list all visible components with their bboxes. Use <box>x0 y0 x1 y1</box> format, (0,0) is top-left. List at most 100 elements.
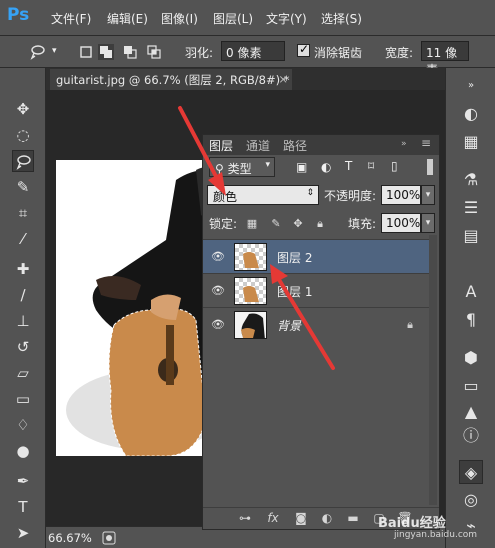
watermark-url: jingyan.baidu.com <box>394 530 478 540</box>
visibility-eye-icon[interactable]: 👁︎ <box>211 318 225 332</box>
filter-smart-object-icon[interactable]: ▯ <box>391 159 398 173</box>
blend-mode-dropdown[interactable]: 颜色 ⇕ <box>207 185 319 205</box>
opacity-label: 不透明度: <box>324 189 377 203</box>
document-info-icon[interactable] <box>102 531 116 545</box>
move-tool-icon[interactable]: ✥ <box>12 98 34 120</box>
properties-panel-icon[interactable]: ☰ <box>459 196 483 220</box>
filter-pixel-icon[interactable]: ▣ <box>296 160 307 174</box>
lasso-tool-icon[interactable] <box>12 150 34 172</box>
feather-label: 羽化: <box>185 46 214 60</box>
layer-row-layer1[interactable]: 👁︎ 图层 1 <box>203 273 429 307</box>
antialias-checkbox[interactable] <box>297 42 310 57</box>
menu-layer[interactable]: 图层(L) <box>213 10 253 27</box>
new-group-icon[interactable]: ▬ <box>345 511 361 527</box>
filter-shape-icon[interactable]: ⌑ <box>368 159 374 173</box>
dodge-tool-icon[interactable]: ● <box>12 440 34 462</box>
clone-stamp-tool-icon[interactable]: ⊥ <box>12 310 34 332</box>
feather-input[interactable]: 0 像素 <box>221 41 285 61</box>
add-to-selection-icon[interactable] <box>98 44 114 60</box>
document-title: guitarist.jpg @ 66.7% (图层 2, RGB/8#) <box>56 73 281 87</box>
history-panel-icon[interactable]: ▤ <box>459 224 483 248</box>
eraser-tool-icon[interactable]: ▱ <box>12 362 34 384</box>
layer-name: 背景 <box>277 319 302 333</box>
histogram-panel-icon[interactable]: ▲ <box>459 400 483 424</box>
menu-edit[interactable]: 编辑(E) <box>107 10 148 27</box>
lock-transparent-icon[interactable]: ▦ <box>245 217 259 231</box>
layers-scrollbar[interactable] <box>429 235 437 505</box>
blur-tool-icon[interactable]: ♢ <box>12 414 34 436</box>
menu-select[interactable]: 选择(S) <box>321 10 362 27</box>
layers-panel-header: 图层 通道 路径 » ≡ <box>203 135 439 155</box>
link-layers-icon[interactable]: ⊶ <box>237 511 253 527</box>
layer-thumbnail <box>234 311 267 339</box>
layer-row-layer2[interactable]: 👁︎ 图层 2 <box>203 239 429 273</box>
visibility-eye-icon[interactable]: 👁︎ <box>211 250 225 264</box>
filter-toggle[interactable] <box>427 159 433 175</box>
fill-input[interactable]: 100% <box>381 213 421 233</box>
new-adjustment-layer-icon[interactable]: ◐ <box>319 511 335 527</box>
intersect-selection-icon[interactable] <box>146 44 162 60</box>
width-input[interactable]: 11 像素 <box>421 41 469 77</box>
visibility-eye-icon[interactable]: 👁︎ <box>211 284 225 298</box>
layer-row-background[interactable]: 👁︎ 背景 🔒︎ <box>203 307 429 341</box>
chevron-down-icon[interactable]: ▾ <box>52 46 57 56</box>
lock-image-icon[interactable]: ✎ <box>269 217 283 231</box>
color-panel-icon[interactable]: ◐ <box>459 102 483 126</box>
panel-menu-icon[interactable]: ≡ <box>421 136 431 150</box>
crop-tool-icon[interactable]: ⌗ <box>12 202 34 224</box>
opacity-dropdown-icon[interactable]: ▾ <box>421 185 435 205</box>
history-brush-tool-icon[interactable]: ↺ <box>12 336 34 358</box>
zoom-level[interactable]: 66.67% <box>48 531 92 545</box>
layer-style-icon[interactable]: fx <box>265 511 281 527</box>
new-selection-icon[interactable] <box>78 44 94 60</box>
menu-image[interactable]: 图像(I) <box>161 10 198 27</box>
options-bar: ▾ 羽化: 0 像素 消除锯齿 宽度: 11 像素 <box>0 36 495 77</box>
layer-thumbnail <box>234 243 267 271</box>
adjustments-panel-icon[interactable]: ⚗ <box>459 168 483 192</box>
fill-dropdown-icon[interactable]: ▾ <box>421 213 435 233</box>
layer-filter-dropdown[interactable]: ⚲ 类型 ▾ <box>209 157 275 177</box>
pen-tool-icon[interactable]: ✒ <box>12 470 34 492</box>
tab-paths[interactable]: 路径 <box>283 137 307 154</box>
lock-label: 锁定: <box>209 217 238 231</box>
lock-position-icon[interactable]: ✥ <box>291 217 305 231</box>
close-icon[interactable]: × <box>278 72 288 86</box>
info-panel-icon[interactable]: ⓘ <box>459 424 483 448</box>
document-tab[interactable]: guitarist.jpg @ 66.7% (图层 2, RGB/8#) * × <box>50 69 292 90</box>
antialias-label: 消除锯齿 <box>314 46 363 60</box>
blend-mode-value: 颜色 <box>213 190 238 204</box>
swatches-panel-icon[interactable]: ▦ <box>459 130 483 154</box>
eyedropper-tool-icon[interactable]: ⁄ <box>12 228 34 250</box>
healing-brush-tool-icon[interactable]: ✚ <box>12 258 34 280</box>
tab-layers[interactable]: 图层 <box>209 137 233 154</box>
paragraph-panel-icon[interactable]: ¶ <box>459 308 483 332</box>
brush-tool-icon[interactable]: ∕ <box>12 284 34 306</box>
layer-name: 图层 1 <box>277 285 313 299</box>
timeline-panel-icon[interactable]: ▭ <box>459 374 483 398</box>
filter-type-icon[interactable]: T <box>345 159 352 173</box>
opacity-input[interactable]: 100% <box>381 185 421 205</box>
path-selection-tool-icon[interactable]: ➤ <box>12 522 34 544</box>
chevron-down-icon: ▾ <box>265 160 270 170</box>
menu-file[interactable]: 文件(F) <box>51 10 91 27</box>
3d-panel-icon[interactable]: ⬢ <box>459 346 483 370</box>
layers-panel-icon[interactable]: ◈ <box>459 460 483 484</box>
add-mask-icon[interactable]: ◙ <box>293 511 309 527</box>
lasso-tool-preset-icon[interactable] <box>28 44 46 60</box>
character-panel-icon[interactable]: A <box>459 280 483 304</box>
panel-collapse-icon[interactable]: » <box>401 139 407 149</box>
filter-adjustment-icon[interactable]: ◐ <box>321 160 331 174</box>
marquee-tool-icon[interactable]: ◌ <box>12 124 34 146</box>
document-tab-bar: guitarist.jpg @ 66.7% (图层 2, RGB/8#) * × <box>46 68 445 90</box>
layer-thumbnail <box>234 277 267 305</box>
type-tool-icon[interactable]: T <box>12 496 34 518</box>
tab-channels[interactable]: 通道 <box>246 137 270 154</box>
watermark-text: Baidu经验 <box>378 516 446 531</box>
lock-all-icon[interactable]: 🔒︎ <box>313 217 327 231</box>
menu-bar: Ps 文件(F) 编辑(E) 图像(I) 图层(L) 文字(Y) 选择(S) <box>0 0 495 36</box>
collapse-panels-icon[interactable]: » <box>459 74 483 98</box>
gradient-tool-icon[interactable]: ▭ <box>12 388 34 410</box>
subtract-from-selection-icon[interactable] <box>122 44 138 60</box>
quick-selection-tool-icon[interactable]: ✎ <box>12 176 34 198</box>
menu-type[interactable]: 文字(Y) <box>266 10 307 27</box>
